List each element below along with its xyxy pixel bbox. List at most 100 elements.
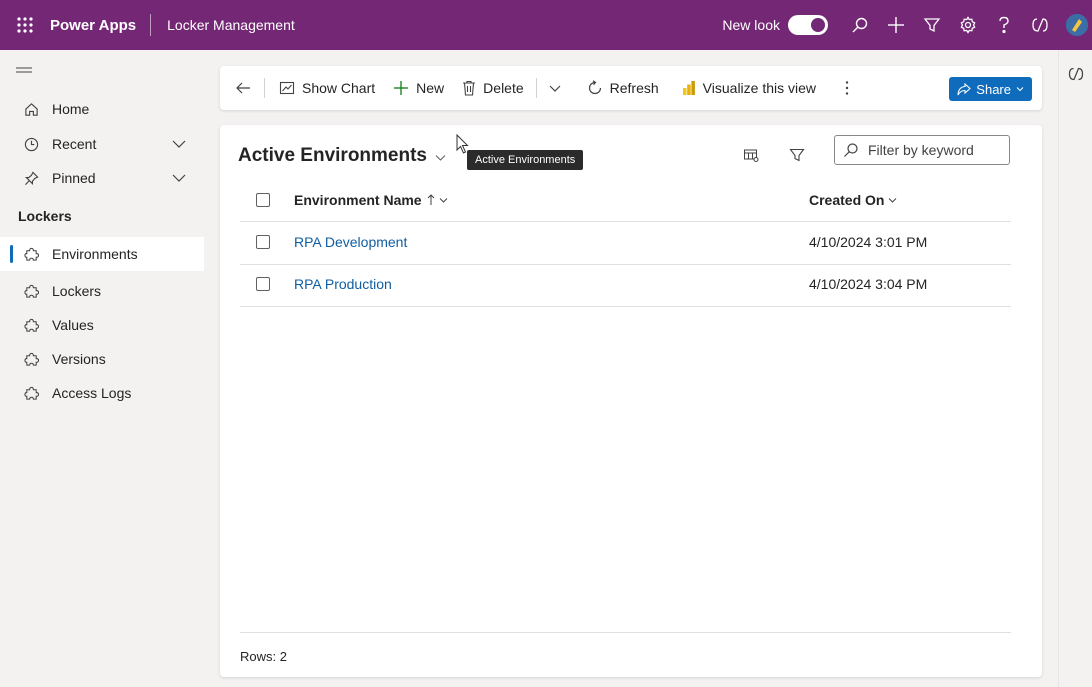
sidebar-item-pinned[interactable]: Pinned bbox=[0, 161, 204, 195]
column-label: Created On bbox=[809, 192, 885, 208]
new-look-toggle[interactable] bbox=[788, 15, 828, 35]
select-all-checkbox[interactable] bbox=[256, 193, 270, 207]
visualize-label: Visualize this view bbox=[702, 80, 817, 96]
row-checkbox[interactable] bbox=[256, 277, 270, 291]
chevron-down-icon bbox=[889, 197, 897, 203]
trash-icon bbox=[462, 80, 476, 96]
edit-columns-icon[interactable] bbox=[743, 147, 759, 163]
created-on-value: 4/10/2024 3:01 PM bbox=[809, 234, 928, 250]
view-panel: Active Environments Active Environments … bbox=[220, 125, 1042, 677]
grid-header: Environment Name Created On bbox=[240, 181, 1011, 222]
view-tooltip: Active Environments bbox=[467, 150, 584, 170]
sidebar-item-label: Access Logs bbox=[52, 385, 132, 401]
sidebar-item-lockers[interactable]: Lockers bbox=[0, 274, 204, 308]
view-title: Active Environments bbox=[238, 145, 427, 166]
brand-name[interactable]: Power Apps bbox=[50, 17, 150, 34]
back-arrow-icon bbox=[236, 82, 250, 94]
column-label: Environment Name bbox=[294, 192, 422, 208]
visualize-view-button[interactable]: Visualize this view bbox=[668, 66, 825, 110]
power-bi-icon bbox=[682, 80, 696, 96]
sidebar-item-home[interactable]: Home bbox=[0, 92, 204, 126]
app-launcher-icon[interactable] bbox=[0, 0, 50, 50]
sidebar-item-label: Pinned bbox=[52, 170, 96, 186]
sidebar-group-label: Lockers bbox=[18, 208, 72, 224]
chart-icon bbox=[279, 80, 295, 96]
view-selector[interactable]: Active Environments bbox=[238, 145, 446, 167]
delete-label: Delete bbox=[483, 80, 524, 96]
avatar[interactable] bbox=[1066, 14, 1088, 36]
sidebar-item-label: Home bbox=[52, 101, 90, 117]
sidebar-item-values[interactable]: Values bbox=[0, 308, 204, 342]
share-button[interactable]: Share bbox=[949, 77, 1032, 101]
hamburger-icon[interactable] bbox=[16, 66, 32, 78]
command-bar: Show Chart New Delete Refresh Visualize … bbox=[220, 66, 1042, 110]
clock-icon bbox=[22, 137, 40, 152]
sidebar: Home Recent Pinned Lockers Environments … bbox=[0, 50, 204, 687]
footer-divider bbox=[240, 632, 1011, 633]
puzzle-icon bbox=[22, 386, 40, 401]
new-look-label: New look bbox=[722, 17, 780, 33]
gear-icon[interactable] bbox=[950, 0, 986, 50]
header-actions: New look bbox=[722, 0, 1092, 50]
toggle-knob bbox=[811, 18, 825, 32]
sidebar-item-access-logs[interactable]: Access Logs bbox=[0, 376, 204, 410]
search-icon[interactable] bbox=[842, 0, 878, 50]
puzzle-icon bbox=[22, 318, 40, 333]
new-button[interactable]: New bbox=[384, 66, 453, 110]
mouse-cursor bbox=[456, 134, 470, 154]
filter-by-keyword-field[interactable] bbox=[834, 135, 1010, 165]
refresh-icon bbox=[587, 80, 603, 96]
environment-name-link[interactable]: RPA Production bbox=[294, 276, 392, 292]
delete-button[interactable]: Delete bbox=[453, 66, 535, 110]
sidebar-item-environments[interactable]: Environments bbox=[0, 237, 204, 271]
sidebar-item-label: Versions bbox=[52, 351, 106, 367]
created-on-value: 4/10/2024 3:04 PM bbox=[809, 276, 928, 292]
new-label: New bbox=[416, 80, 445, 96]
pin-icon bbox=[22, 170, 40, 186]
more-commands-dropdown[interactable] bbox=[537, 66, 573, 110]
copilot-icon[interactable] bbox=[1068, 66, 1084, 82]
puzzle-icon bbox=[22, 352, 40, 367]
show-chart-button[interactable]: Show Chart bbox=[265, 66, 384, 110]
refresh-button[interactable]: Refresh bbox=[573, 66, 668, 110]
sidebar-item-label: Values bbox=[52, 317, 94, 333]
back-button[interactable] bbox=[220, 66, 264, 110]
filter-icon[interactable] bbox=[789, 147, 805, 163]
sort-ascending-icon bbox=[427, 194, 434, 205]
filter-input[interactable] bbox=[868, 142, 1008, 158]
row-checkbox[interactable] bbox=[256, 235, 270, 249]
chevron-down-icon bbox=[435, 154, 446, 161]
help-icon[interactable] bbox=[986, 0, 1022, 50]
chevron-down-icon[interactable] bbox=[172, 137, 186, 151]
chevron-down-icon bbox=[439, 197, 447, 203]
copilot-icon[interactable] bbox=[1022, 0, 1058, 50]
share-label: Share bbox=[976, 81, 1011, 97]
sidebar-item-label: Recent bbox=[52, 136, 97, 152]
table-row[interactable]: RPA Development 4/10/2024 3:01 PM bbox=[240, 223, 1011, 265]
puzzle-icon bbox=[22, 284, 40, 299]
puzzle-icon bbox=[22, 247, 40, 262]
sidebar-item-recent[interactable]: Recent bbox=[0, 127, 204, 161]
column-header-created-on[interactable]: Created On bbox=[809, 192, 897, 208]
chevron-down-icon[interactable] bbox=[172, 171, 186, 185]
refresh-label: Refresh bbox=[609, 80, 659, 96]
table-row[interactable]: RPA Production 4/10/2024 3:04 PM bbox=[240, 265, 1011, 307]
right-rail bbox=[1058, 50, 1092, 687]
share-icon bbox=[957, 82, 972, 95]
sidebar-item-versions[interactable]: Versions bbox=[0, 342, 204, 376]
search-icon bbox=[844, 143, 858, 157]
show-chart-label: Show Chart bbox=[302, 80, 376, 96]
chevron-down-icon bbox=[549, 85, 561, 92]
home-icon bbox=[22, 102, 40, 117]
sidebar-item-label: Environments bbox=[52, 246, 138, 262]
app-name[interactable]: Locker Management bbox=[151, 17, 295, 33]
plus-icon[interactable] bbox=[878, 0, 914, 50]
filter-icon[interactable] bbox=[914, 0, 950, 50]
sidebar-item-label: Lockers bbox=[52, 283, 102, 299]
plus-icon bbox=[393, 80, 409, 96]
top-bar: Power Apps Locker Management New look bbox=[0, 0, 1092, 50]
more-options-icon[interactable] bbox=[825, 66, 858, 110]
rows-count: Rows: 2 bbox=[240, 649, 287, 664]
environment-name-link[interactable]: RPA Development bbox=[294, 234, 407, 250]
column-header-environment-name[interactable]: Environment Name bbox=[294, 192, 448, 208]
